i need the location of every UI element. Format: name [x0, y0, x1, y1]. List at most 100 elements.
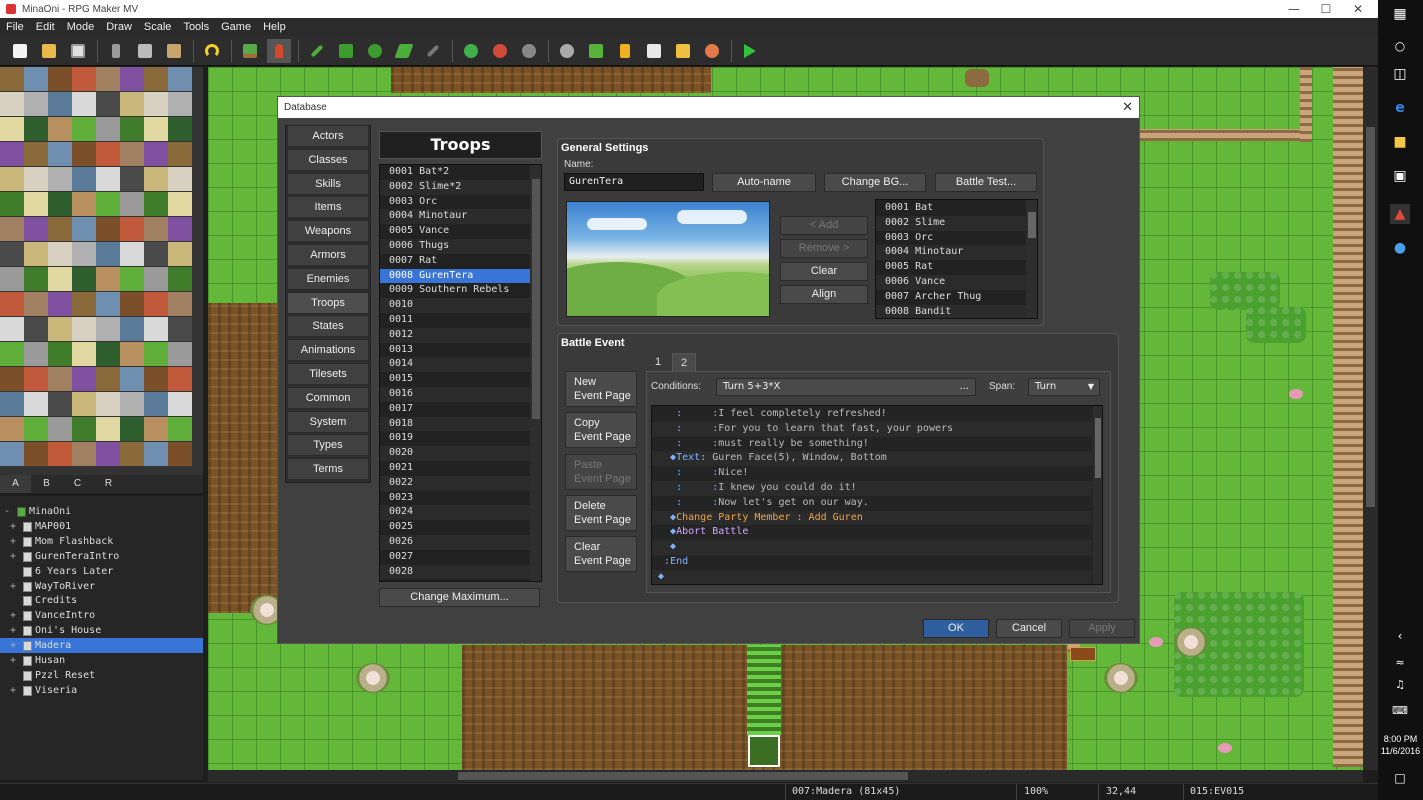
menu-file[interactable]: File	[0, 21, 30, 33]
tileset-tab-b[interactable]: B	[31, 475, 62, 493]
tile-swatch[interactable]	[48, 267, 72, 291]
tile-swatch[interactable]	[48, 367, 72, 391]
troop-name-field[interactable]: GurenTera	[564, 173, 704, 191]
tile-swatch[interactable]	[24, 392, 48, 416]
tile-swatch[interactable]	[48, 117, 72, 141]
troop-item[interactable]: 0025	[380, 520, 530, 535]
tile-swatch[interactable]	[72, 442, 96, 466]
tile-swatch[interactable]	[144, 92, 168, 116]
troop-item[interactable]: 0014	[380, 357, 530, 373]
event-searcher-icon[interactable]	[642, 39, 666, 63]
notifications-icon[interactable]: □	[1390, 768, 1410, 788]
tile-swatch[interactable]	[0, 242, 24, 266]
expander-icon[interactable]: +	[10, 519, 16, 534]
file-explorer-icon[interactable]: ■	[1390, 132, 1410, 152]
nav-terms[interactable]: Terms	[287, 458, 369, 481]
troop-item[interactable]: 0004 Minotaur	[380, 209, 530, 225]
scroll-thumb[interactable]	[532, 179, 540, 419]
troop-item[interactable]: 0018	[380, 416, 530, 432]
store-icon[interactable]: ▣	[1390, 166, 1410, 186]
tile-swatch[interactable]	[24, 242, 48, 266]
tile-swatch[interactable]	[120, 292, 144, 316]
task-view-icon[interactable]: ◫	[1390, 64, 1410, 84]
tile-swatch[interactable]	[48, 192, 72, 216]
troop-item[interactable]: 0028	[380, 564, 530, 580]
tile-swatch[interactable]	[168, 242, 192, 266]
tile-swatch[interactable]	[24, 192, 48, 216]
enemy-item[interactable]: 0005 Rat	[876, 260, 1026, 275]
map-tree-item[interactable]: Pzzl Reset	[0, 668, 203, 683]
troop-item[interactable]: 0017	[380, 402, 530, 417]
tile-swatch[interactable]	[168, 67, 192, 91]
search-icon[interactable]: ○	[1390, 36, 1410, 56]
tile-swatch[interactable]	[0, 67, 24, 91]
tile-swatch[interactable]	[24, 342, 48, 366]
tile-swatch[interactable]	[72, 317, 96, 341]
tile-swatch[interactable]	[72, 67, 96, 91]
zoom-in-icon[interactable]	[459, 39, 483, 63]
tile-swatch[interactable]	[168, 292, 192, 316]
event-command[interactable]: : :Now let's get on our way.	[652, 496, 1092, 511]
tile-swatch[interactable]	[96, 217, 120, 241]
event-command[interactable]: : :I feel completely refreshed!	[652, 407, 1092, 422]
rpg-maker-icon[interactable]: ▲	[1390, 204, 1410, 224]
tile-swatch[interactable]	[168, 192, 192, 216]
enemy-item[interactable]: 0004 Minotaur	[876, 245, 1026, 261]
open-project-icon[interactable]	[37, 39, 61, 63]
align-enemies-button[interactable]: Align	[780, 285, 868, 304]
plugin-manager-icon[interactable]	[584, 39, 608, 63]
tile-swatch[interactable]	[120, 192, 144, 216]
menu-tools[interactable]: Tools	[177, 21, 215, 33]
tile-swatch[interactable]	[168, 117, 192, 141]
troop-item[interactable]: 0005 Vance	[380, 224, 530, 239]
tile-swatch[interactable]	[144, 392, 168, 416]
tile-swatch[interactable]	[72, 367, 96, 391]
expander-icon[interactable]: +	[10, 638, 16, 653]
expander-icon[interactable]: -	[4, 504, 10, 519]
troop-item[interactable]: 0022	[380, 475, 530, 491]
tile-swatch[interactable]	[48, 417, 72, 441]
expander-icon[interactable]: +	[10, 608, 16, 623]
volume-icon[interactable]: ♫	[1390, 674, 1410, 694]
troop-list-scrollbar[interactable]	[530, 165, 541, 581]
nav-actors[interactable]: Actors	[287, 125, 369, 147]
remove-enemy-button[interactable]: Remove >	[780, 239, 868, 258]
tile-swatch[interactable]	[144, 367, 168, 391]
tile-swatch[interactable]	[24, 292, 48, 316]
tile-swatch[interactable]	[168, 367, 192, 391]
tileset-tab-a[interactable]: A	[0, 475, 31, 493]
event-command[interactable]: : :must really be something!	[652, 437, 1092, 452]
menu-help[interactable]: Help	[257, 21, 292, 33]
event-command[interactable]: : :I knew you could do it!	[652, 481, 1092, 496]
tile-swatch[interactable]	[0, 342, 24, 366]
map-tree-item[interactable]: + Viseria	[0, 683, 203, 698]
map-tree-item[interactable]: + WayToRiver	[0, 579, 203, 594]
change-bg-button[interactable]: Change BG...	[824, 173, 926, 192]
tile-swatch[interactable]	[72, 417, 96, 441]
paste-icon[interactable]	[162, 39, 186, 63]
tile-swatch[interactable]	[144, 192, 168, 216]
tile-swatch[interactable]	[48, 392, 72, 416]
tile-swatch[interactable]	[0, 317, 24, 341]
tile-swatch[interactable]	[72, 192, 96, 216]
troop-item[interactable]: 0006 Thugs	[380, 239, 530, 254]
tile-swatch[interactable]	[96, 167, 120, 191]
expander-icon[interactable]: +	[10, 579, 16, 594]
taskbar-clock[interactable]: 8:00 PM 11/6/2016	[1378, 733, 1423, 757]
tile-swatch[interactable]	[168, 317, 192, 341]
event-tab-1[interactable]: 1	[646, 353, 670, 371]
enemy-item[interactable]: 0006 Vance	[876, 275, 1026, 290]
span-select[interactable]: Turn ▼	[1028, 378, 1100, 396]
enemy-list-scrollbar[interactable]	[1026, 200, 1037, 318]
tile-swatch[interactable]	[168, 92, 192, 116]
tile-swatch[interactable]	[120, 442, 144, 466]
map-tree-item[interactable]: + Husan	[0, 653, 203, 668]
tile-swatch[interactable]	[168, 167, 192, 191]
expander-icon[interactable]: +	[10, 653, 16, 668]
tile-swatch[interactable]	[144, 142, 168, 166]
troop-item[interactable]: 0002 Slime*2	[380, 179, 530, 195]
tile-swatch[interactable]	[72, 217, 96, 241]
troop-item[interactable]: 0007 Rat	[380, 254, 530, 269]
ellipse-icon[interactable]	[363, 39, 387, 63]
ok-button[interactable]: OK	[923, 619, 989, 638]
